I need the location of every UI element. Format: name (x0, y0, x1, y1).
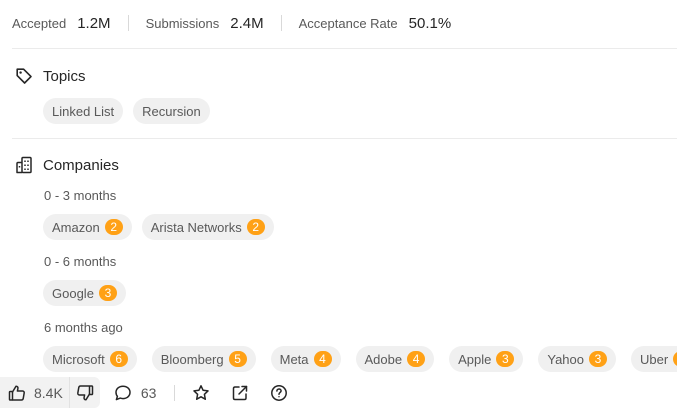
company-chip[interactable]: Bloomberg 5 (151, 346, 256, 372)
action-divider (174, 384, 176, 401)
count-badge: 4 (313, 351, 332, 367)
help-button[interactable] (269, 383, 289, 403)
company-chips: Amazon 2 Arista Networks 2 (43, 214, 274, 240)
action-bar: 8.4K 63 (0, 377, 677, 408)
tag-icon (14, 66, 34, 86)
divider (12, 48, 677, 49)
submissions-value: 2.4M (230, 14, 264, 32)
company-name: Meta (279, 351, 309, 367)
company-name: Google (52, 285, 94, 301)
company-name: Apple (458, 351, 492, 367)
company-chips: Microsoft 6 Bloomberg 5 Meta 4 Adobe 4 A… (43, 346, 677, 372)
like-count: 8.4K (34, 384, 63, 401)
comment-icon (114, 384, 132, 402)
company-chip[interactable]: Google 3 (43, 280, 126, 306)
count-badge: 2 (246, 219, 265, 235)
stat-divider (127, 15, 129, 31)
company-chip[interactable]: Amazon 2 (43, 214, 132, 240)
stats-row: Accepted 1.2M Submissions 2.4M Acceptanc… (12, 12, 451, 34)
count-badge: 2 (673, 351, 677, 367)
acceptance-rate-label: Acceptance Rate (298, 15, 398, 31)
dislike-button[interactable] (70, 377, 100, 408)
thumbs-up-icon (8, 384, 26, 402)
count-badge: 5 (228, 351, 247, 367)
period-label: 0 - 6 months (44, 254, 117, 269)
acceptance-rate-value: 50.1% (408, 14, 452, 32)
count-badge: 3 (589, 351, 607, 367)
topics-title: Topics (43, 67, 86, 85)
count-badge: 4 (407, 351, 426, 367)
company-chip[interactable]: Yahoo 3 (538, 346, 616, 372)
divider (12, 138, 677, 139)
company-name: Microsoft (52, 351, 105, 367)
company-chips: Google 3 (43, 280, 126, 306)
company-name: Yahoo (547, 351, 584, 367)
count-badge: 3 (98, 285, 117, 301)
submissions-label: Submissions (145, 15, 220, 31)
building-icon (14, 155, 34, 175)
companies-title: Companies (43, 156, 119, 174)
count-badge: 3 (496, 351, 515, 367)
company-name: Uber (640, 351, 669, 367)
company-chip[interactable]: Arista Networks 2 (141, 214, 274, 240)
like-button[interactable]: 8.4K (8, 377, 69, 408)
comment-count: 63 (140, 384, 157, 401)
accepted-label: Accepted (12, 15, 67, 31)
help-icon (270, 384, 288, 402)
companies-header[interactable]: Companies (14, 155, 119, 175)
favorite-button[interactable] (191, 383, 211, 403)
company-chip[interactable]: Meta 4 (270, 346, 341, 372)
period-label: 0 - 3 months (44, 188, 117, 203)
company-chip[interactable]: Microsoft 6 (43, 346, 137, 372)
company-name: Bloomberg (160, 351, 224, 367)
accepted-value: 1.2M (77, 14, 111, 32)
period-label: 6 months ago (44, 320, 123, 335)
company-name: Arista Networks (150, 219, 242, 235)
comment-button[interactable]: 63 (114, 384, 157, 402)
topic-chip[interactable]: Linked List (43, 98, 124, 124)
count-badge: 6 (109, 351, 128, 367)
company-chip[interactable]: Adobe 4 (355, 346, 435, 372)
topic-chips: Linked List Recursion (43, 98, 210, 124)
thumbs-down-icon (76, 384, 94, 402)
star-icon (192, 384, 210, 402)
company-chip[interactable]: Uber 2 (631, 346, 677, 372)
share-icon (231, 384, 249, 402)
topics-header[interactable]: Topics (14, 66, 86, 86)
company-name: Amazon (52, 219, 100, 235)
company-name: Adobe (364, 351, 403, 367)
share-button[interactable] (230, 383, 250, 403)
count-badge: 2 (104, 219, 123, 235)
vote-group: 8.4K (0, 377, 100, 408)
stat-divider (280, 15, 282, 31)
company-chip[interactable]: Apple 3 (449, 346, 524, 372)
topic-chip[interactable]: Recursion (133, 98, 210, 124)
